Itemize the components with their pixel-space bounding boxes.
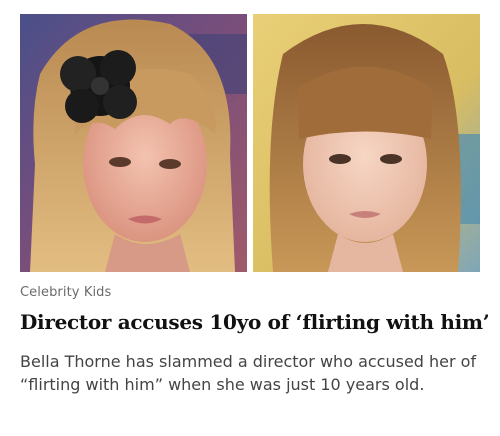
article-headline[interactable]: Director accuses 10yo of ‘flirting with …	[20, 310, 490, 334]
article-category[interactable]: Celebrity Kids	[20, 285, 111, 300]
article-summary: Bella Thorne has slammed a director who …	[20, 352, 477, 394]
article-images[interactable]	[20, 14, 480, 272]
article-card[interactable]: Celebrity Kids Director accuses 10yo of …	[0, 0, 500, 436]
girl-with-bangs-photo	[253, 14, 480, 272]
girl-with-black-flower-hairclip-photo	[20, 14, 247, 272]
